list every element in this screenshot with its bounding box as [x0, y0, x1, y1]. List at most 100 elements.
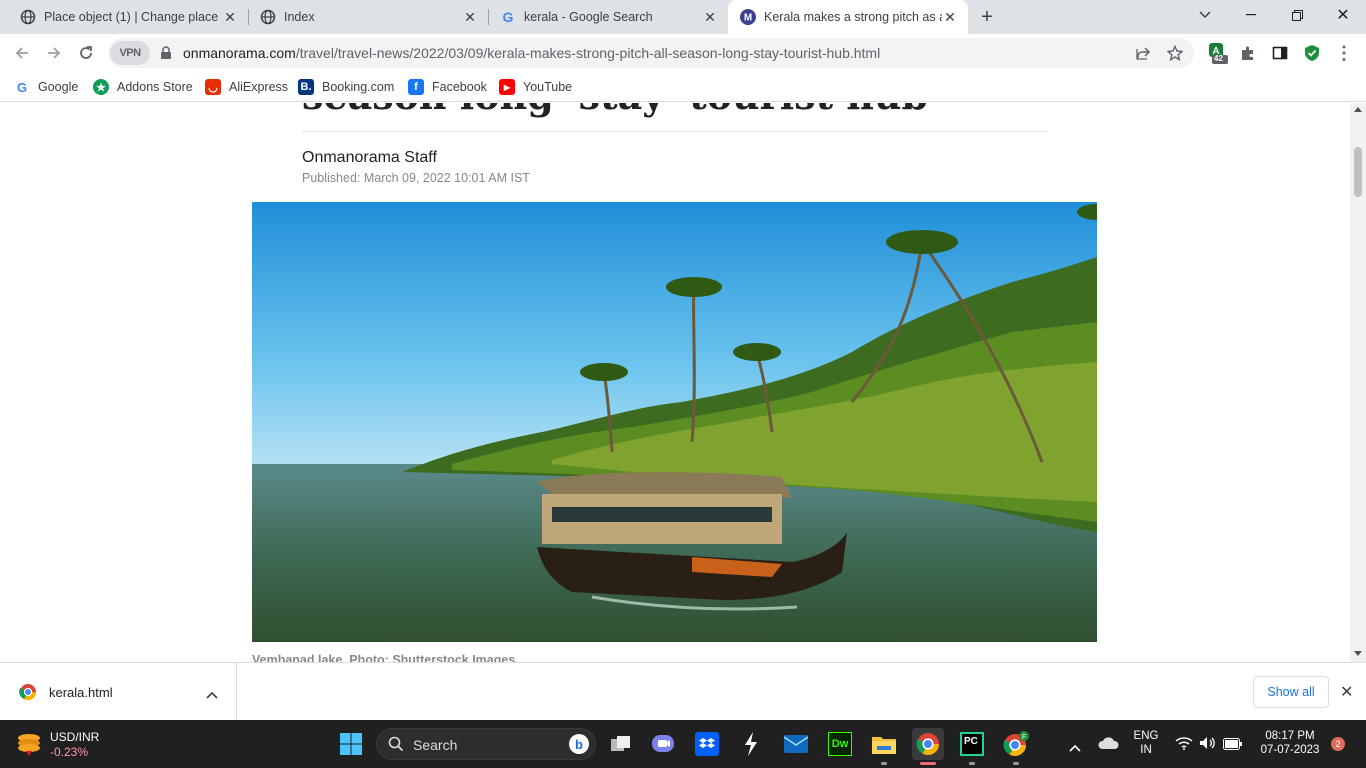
divider — [302, 131, 1047, 132]
chevron-up-icon[interactable] — [206, 686, 218, 704]
running-indicator — [881, 762, 887, 765]
notification-badge[interactable]: 2 — [1331, 737, 1345, 751]
shield-icon[interactable] — [1301, 42, 1323, 64]
close-download-bar-icon[interactable]: ✕ — [1340, 682, 1353, 702]
aliexpress-icon: ◡ — [205, 79, 221, 95]
tab-title: kerala - Google Search — [524, 10, 653, 24]
restore-button[interactable] — [1274, 0, 1320, 30]
puzzle-extensions-icon[interactable] — [1237, 42, 1259, 64]
search-icon — [388, 736, 404, 757]
bookmark-label: Google — [38, 80, 79, 94]
file-explorer-icon[interactable] — [868, 728, 900, 760]
clock[interactable]: 08:17 PM 07-07-2023 — [1252, 730, 1328, 756]
article-headline: season long 'stay' tourist hub — [302, 103, 928, 118]
scroll-down-icon[interactable] — [1354, 651, 1362, 656]
houseboat-lake-image — [252, 202, 1097, 642]
show-all-button[interactable]: Show all — [1253, 676, 1329, 708]
bookmark-addons-store[interactable]: ★ Addons Store — [93, 76, 193, 98]
close-tab-icon[interactable]: ✕ — [462, 9, 478, 25]
browser-toolbar: VPN onmanorama.com/travel/travel-news/20… — [0, 34, 1366, 72]
extension-badge: 42 — [1214, 54, 1223, 63]
page-scrollbar[interactable] — [1350, 103, 1366, 662]
bookmark-label: Facebook — [432, 80, 487, 94]
vpn-button[interactable]: VPN — [110, 41, 150, 65]
scrollbar-thumb[interactable] — [1354, 147, 1362, 197]
chrome-taskbar-icon[interactable] — [912, 728, 944, 760]
bookmark-label: AliExpress — [229, 80, 289, 94]
active-indicator — [920, 762, 936, 765]
address-bar[interactable]: VPN onmanorama.com/travel/travel-news/20… — [108, 38, 1194, 68]
scroll-up-icon[interactable] — [1354, 107, 1362, 112]
close-window-button[interactable]: ✕ — [1320, 0, 1366, 30]
bookmark-label: Booking.com — [322, 80, 395, 94]
dropbox-icon[interactable] — [691, 728, 723, 760]
close-tab-icon[interactable]: ✕ — [942, 9, 958, 25]
svg-text:M: M — [744, 13, 752, 24]
volume-icon[interactable] — [1199, 736, 1217, 755]
chevron-up-icon[interactable] — [1069, 739, 1081, 757]
bookmark-facebook[interactable]: f Facebook — [408, 76, 487, 98]
minimize-button[interactable] — [1228, 0, 1274, 30]
web-page: season long 'stay' tourist hub Onmanoram… — [0, 103, 1350, 662]
windows-taskbar: USD/INR -0.23% Search b Dw PC F ENG IN 0… — [0, 720, 1366, 768]
download-item[interactable]: kerala.html — [0, 663, 237, 721]
onmanorama-icon: M — [740, 9, 756, 25]
publish-date: Published: March 09, 2022 10:01 AM IST — [302, 171, 530, 185]
language-indicator[interactable]: ENG IN — [1131, 730, 1161, 756]
tab-title: Kerala makes a strong pitch as an — [764, 10, 942, 24]
mail-icon[interactable] — [780, 728, 812, 760]
app-bolt-icon[interactable] — [735, 728, 767, 760]
close-tab-icon[interactable]: ✕ — [702, 9, 718, 25]
extension-icon[interactable]: A 42 — [1206, 42, 1228, 64]
bookmark-label: Addons Store — [117, 80, 193, 94]
wifi-icon[interactable] — [1175, 736, 1193, 755]
tab-index[interactable]: Index ✕ — [248, 0, 488, 34]
lock-icon[interactable] — [160, 46, 172, 65]
tab-strip: Place object (1) | Change place | E ✕ In… — [0, 0, 1366, 34]
bookmark-google[interactable]: G Google — [14, 76, 78, 98]
battery-icon[interactable] — [1223, 737, 1243, 755]
bookmark-star-icon[interactable] — [1164, 42, 1186, 64]
running-indicator — [1013, 762, 1019, 765]
start-button[interactable] — [335, 728, 367, 760]
google-icon: G — [502, 9, 514, 25]
currency-icon — [16, 731, 42, 762]
ticker-symbol: USD/INR — [50, 730, 100, 744]
teams-chat-icon[interactable] — [647, 728, 679, 760]
region-code: IN — [1140, 744, 1152, 756]
url-path: /travel/travel-news/2022/03/09/kerala-ma… — [295, 45, 881, 61]
bing-icon: b — [569, 734, 589, 754]
share-icon[interactable] — [1132, 42, 1154, 64]
reload-button[interactable] — [74, 41, 98, 65]
new-tab-button[interactable]: + — [976, 6, 998, 28]
task-view-icon[interactable] — [605, 728, 637, 760]
menu-kebab-icon[interactable]: ⋮ — [1333, 42, 1355, 64]
taskbar-search[interactable]: Search b — [376, 728, 596, 760]
bookmark-booking[interactable]: B. Booking.com — [298, 76, 394, 98]
tab-place-object[interactable]: Place object (1) | Change place | E ✕ — [8, 0, 248, 34]
clock-time: 08:17 PM — [1265, 730, 1315, 742]
clock-date: 07-07-2023 — [1260, 744, 1320, 756]
url-text[interactable]: onmanorama.com/travel/travel-news/2022/0… — [183, 45, 880, 61]
bookmarks-bar: G Google ★ Addons Store ◡ AliExpress B. … — [0, 72, 1366, 102]
youtube-icon: ▶ — [499, 79, 515, 95]
tab-google-search[interactable]: G kerala - Google Search ✕ — [488, 0, 728, 34]
chrome-file-icon — [19, 683, 37, 706]
search-label: Search — [413, 737, 458, 753]
forward-button[interactable] — [42, 41, 66, 65]
back-button[interactable] — [10, 41, 34, 65]
chrome-profile-icon[interactable]: F — [1000, 728, 1032, 760]
download-filename: kerala.html — [49, 685, 113, 700]
side-panel-icon[interactable] — [1269, 42, 1291, 64]
globe-icon — [20, 9, 36, 25]
facebook-icon: f — [408, 79, 424, 95]
close-tab-icon[interactable]: ✕ — [222, 9, 238, 25]
onedrive-cloud-icon[interactable] — [1097, 736, 1119, 755]
tab-kerala-article[interactable]: M Kerala makes a strong pitch as an ✕ — [728, 0, 968, 34]
dreamweaver-icon[interactable]: Dw — [824, 728, 856, 760]
article-author[interactable]: Onmanorama Staff — [302, 149, 437, 167]
tab-search-button[interactable] — [1182, 0, 1228, 30]
bookmark-youtube[interactable]: ▶ YouTube — [499, 76, 572, 98]
bookmark-aliexpress[interactable]: ◡ AliExpress — [205, 76, 288, 98]
pycharm-icon[interactable]: PC — [956, 728, 988, 760]
